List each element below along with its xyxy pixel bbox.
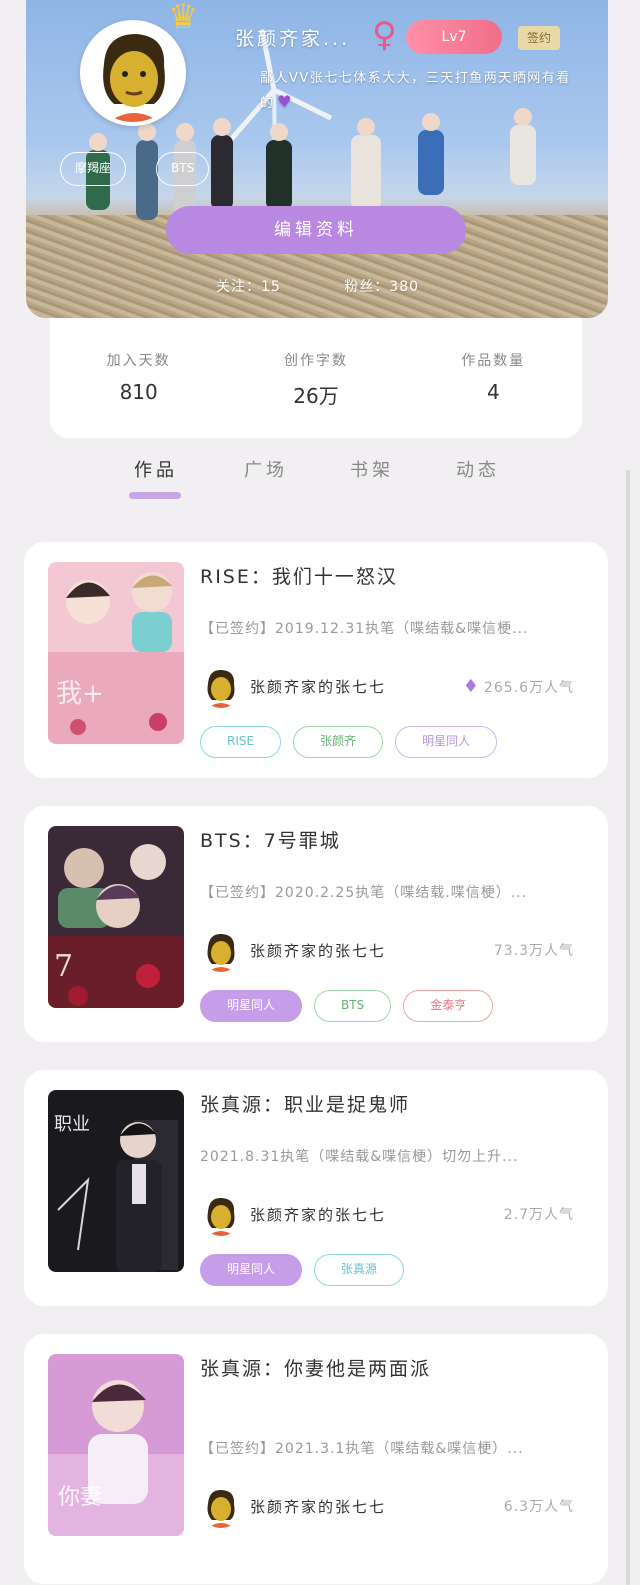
work-tags: 明星同人 BTS 金泰亨 xyxy=(200,990,494,1022)
author-avatar[interactable] xyxy=(200,1486,242,1528)
work-tags: 明星同人 张真源 xyxy=(200,1254,405,1286)
stat-word-count: 创作字数 26万 xyxy=(236,350,396,438)
purple-heart-icon: ♥ xyxy=(277,92,292,111)
author-avatar-icon xyxy=(200,930,242,972)
stat-works-count: 作品数量 4 xyxy=(413,350,573,438)
tag-chip[interactable]: BTS xyxy=(314,990,392,1022)
profile-tag-zodiac[interactable]: 摩羯座 xyxy=(60,152,127,186)
tag-chip[interactable]: 明星同人 xyxy=(200,990,303,1022)
tag-chip[interactable]: 张颜齐 xyxy=(293,726,384,758)
crown-icon: ♛ xyxy=(168,0,199,37)
author-avatar-icon xyxy=(200,1194,242,1236)
work-description: 2021.8.31执笔（喋结载&喋信梗）切勿上升... xyxy=(200,1149,519,1165)
tag-chip[interactable]: 张真源 xyxy=(314,1254,405,1286)
author-avatar[interactable] xyxy=(200,930,242,972)
author-avatar[interactable] xyxy=(200,1194,242,1236)
tab-works[interactable]: 作品 xyxy=(134,456,178,482)
svg-text:我+: 我+ xyxy=(56,679,104,709)
scrollbar[interactable] xyxy=(626,470,630,1585)
profile-tag-bts[interactable]: BTS xyxy=(156,152,210,186)
stat-label: 作品数量 xyxy=(461,353,526,369)
work-card[interactable]: 我+ RISE：我们十一怒汉 【已签约】2019.12.31执笔（喋结载&喋信梗… xyxy=(24,542,608,778)
level-badge[interactable]: Lv7 xyxy=(406,20,502,54)
work-popularity: ♦ 265.6万人气 xyxy=(463,676,574,697)
work-description: 【已签约】2020.2.25执笔（喋结载.喋信梗）... xyxy=(200,885,528,901)
work-popularity: 6.3万人气 xyxy=(504,1496,574,1516)
work-title[interactable]: 张真源：职业是捉鬼师 xyxy=(200,1090,410,1117)
work-cover[interactable]: 7 xyxy=(48,826,184,1008)
work-author[interactable]: 张颜齐家的张七七 xyxy=(250,1496,386,1517)
work-author[interactable]: 张颜齐家的张七七 xyxy=(250,1204,386,1225)
author-avatar[interactable] xyxy=(200,666,242,708)
work-popularity: 73.3万人气 xyxy=(494,940,574,960)
stat-value: 4 xyxy=(486,380,500,404)
work-author[interactable]: 张颜齐家的张七七 xyxy=(250,676,386,697)
work-title[interactable]: RISE：我们十一怒汉 xyxy=(200,562,398,589)
work-description: 【已签约】2021.3.1执笔（喋结载&喋信梗）... xyxy=(200,1441,524,1457)
tab-activity[interactable]: 动态 xyxy=(456,456,500,482)
following-count[interactable]: 关注：15 xyxy=(216,279,281,295)
tab-square[interactable]: 广场 xyxy=(244,456,288,482)
female-icon: ♀ xyxy=(372,15,397,55)
tag-chip[interactable]: 明星同人 xyxy=(200,1254,303,1286)
tag-chip[interactable]: 金泰亨 xyxy=(403,990,494,1022)
work-title[interactable]: 张真源：你妻他是两面派 xyxy=(200,1354,431,1381)
popularity-value: 265.6万人气 xyxy=(483,680,574,696)
follow-stats: 关注：15 粉丝：380 xyxy=(216,276,477,296)
author-avatar-icon xyxy=(200,1486,242,1528)
work-cover[interactable]: 我+ xyxy=(48,562,184,744)
stat-value: 26万 xyxy=(293,384,339,408)
profile-username: 张颜齐家... xyxy=(235,28,351,50)
stat-join-days: 加入天数 810 xyxy=(59,350,219,438)
work-author[interactable]: 张颜齐家的张七七 xyxy=(250,940,386,961)
stat-value: 810 xyxy=(119,380,158,404)
cover-image: 我+ xyxy=(48,562,184,744)
tag-chip[interactable]: 明星同人 xyxy=(395,726,498,758)
work-cover[interactable]: 职业 xyxy=(48,1090,184,1272)
svg-text:职业: 职业 xyxy=(54,1114,90,1135)
cover-image: 7 xyxy=(48,826,184,1008)
stat-label: 加入天数 xyxy=(106,353,171,369)
tab-bookshelf[interactable]: 书架 xyxy=(350,456,394,482)
work-card[interactable]: 你妻 张真源：你妻他是两面派 【已签约】2021.3.1执笔（喋结载&喋信梗）.… xyxy=(24,1334,608,1584)
signed-badge: 签约 xyxy=(518,26,560,50)
profile-bio-line2: 的 ♥ xyxy=(260,92,292,111)
work-card[interactable]: 7 BTS：7号罪城 【已签约】2020.2.25执笔（喋结载.喋信梗）... … xyxy=(24,806,608,1042)
fans-count[interactable]: 粉丝：380 xyxy=(344,279,419,295)
work-title[interactable]: BTS：7号罪城 xyxy=(200,826,341,853)
svg-text:你妻: 你妻 xyxy=(58,1485,102,1510)
profile-bio-tail: 的 xyxy=(260,96,274,111)
work-popularity: 2.7万人气 xyxy=(504,1204,574,1224)
stats-card: 加入天数 810 创作字数 26万 作品数量 4 xyxy=(50,318,582,438)
stat-label: 创作字数 xyxy=(283,353,348,369)
cover-image: 你妻 xyxy=(48,1354,184,1536)
svg-text:7: 7 xyxy=(54,949,73,984)
profile-bio: 鄙人VV张七七体系大大，三天打鱼两天晒网有看 xyxy=(260,71,571,86)
popularity-value: 2.7万人气 xyxy=(503,1207,574,1223)
tab-bar: 作品 广场 书架 动态 xyxy=(0,450,640,510)
avatar-face-icon xyxy=(84,24,182,122)
work-card[interactable]: 职业 张真源：职业是捉鬼师 2021.8.31执笔（喋结载&喋信梗）切勿上升..… xyxy=(24,1070,608,1306)
author-avatar-icon xyxy=(200,666,242,708)
edit-profile-button[interactable]: 编辑资料 xyxy=(166,206,466,254)
work-description: 【已签约】2019.12.31执笔（喋结载&喋信梗... xyxy=(200,621,529,637)
popularity-value: 73.3万人气 xyxy=(493,943,574,959)
cover-image: 职业 xyxy=(48,1090,184,1272)
work-tags: RISE 张颜齐 明星同人 xyxy=(200,726,498,758)
tag-chip[interactable]: RISE xyxy=(200,726,282,758)
popularity-value: 6.3万人气 xyxy=(503,1499,574,1515)
tab-active-indicator xyxy=(129,492,181,499)
flame-icon: ♦ xyxy=(462,676,480,697)
work-cover[interactable]: 你妻 xyxy=(48,1354,184,1536)
